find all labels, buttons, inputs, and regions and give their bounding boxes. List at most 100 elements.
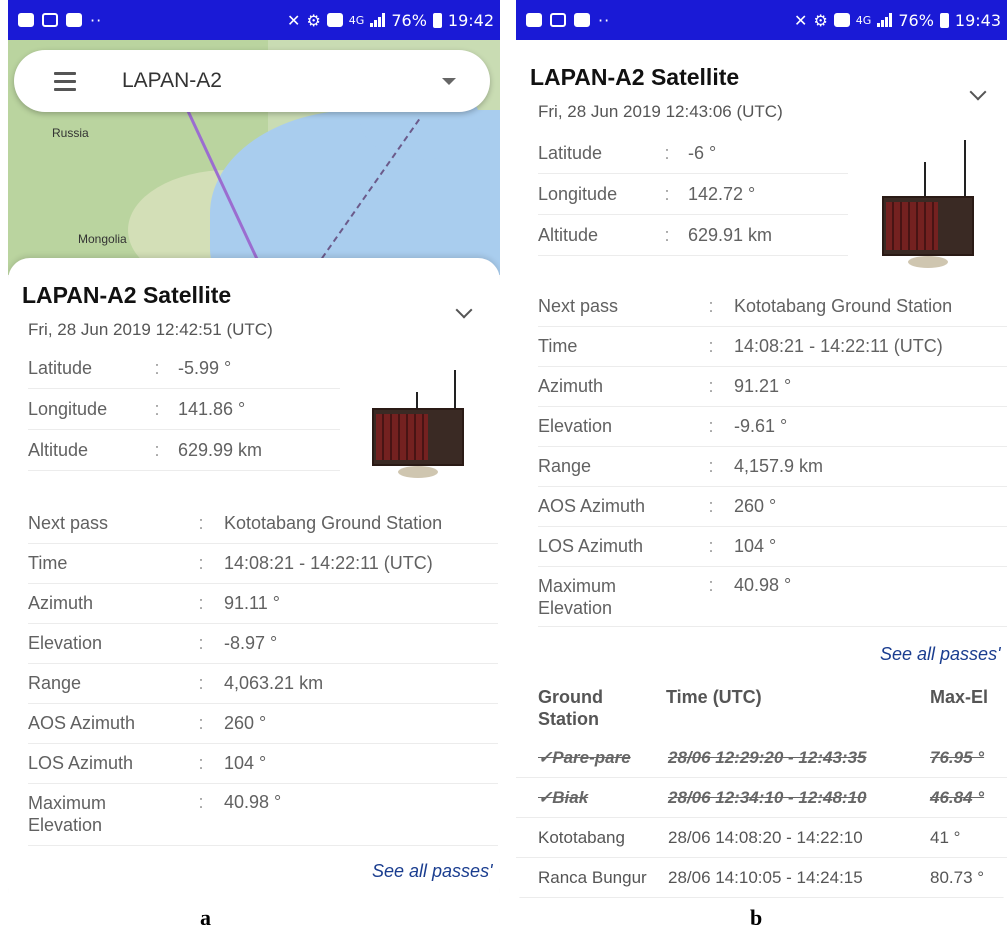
next-pass-row: Range:4,063.21 km — [28, 664, 498, 704]
mute-icon: ✕ — [794, 10, 808, 30]
row-label: LOS Azimuth — [28, 753, 134, 773]
twitter-icon — [42, 13, 58, 27]
next-pass-row: Maximum Elevation:40.98 ° — [538, 567, 1007, 627]
row-value: 14:08:21 - 14:22:11 (UTC) — [224, 553, 433, 573]
table-row[interactable]: ✓Biak 28/06 12:34:10 - 12:48:10 46.84 ° — [516, 778, 1007, 818]
next-pass-row: AOS Azimuth:260 ° — [28, 704, 498, 744]
menu-icon[interactable] — [54, 71, 76, 91]
more-notifications-icon: ·· — [90, 10, 103, 30]
next-pass-row: Time:14:08:21 - 14:22:11 (UTC) — [538, 327, 1007, 367]
row-label: Elevation — [28, 633, 103, 653]
cell-time: 28/06 14:08:20 - 14:22:10 — [668, 828, 863, 847]
satellite-image — [878, 140, 978, 270]
position-list: Latitude: -5.99 ° Longitude:141.86 ° Alti… — [28, 348, 340, 471]
cell-max-el: 76.95 ° — [930, 748, 985, 767]
position-row: Altitude:629.91 km — [538, 215, 848, 256]
battery-percent: 76% — [391, 10, 427, 30]
cell-station: ✓Biak — [538, 788, 589, 807]
satellite-selector[interactable]: LAPAN-A2 — [14, 50, 490, 112]
youtube-icon — [66, 13, 82, 27]
column-header-ground-station: Ground Station — [538, 687, 603, 729]
satellite-datetime: Fri, 28 Jun 2019 12:43:06 (UTC) — [538, 102, 783, 121]
gallery-icon — [18, 13, 34, 27]
row-label: Azimuth — [28, 593, 94, 613]
position-row: Latitude: -6 ° — [538, 133, 848, 174]
row-colon: : — [198, 633, 204, 653]
screenshot-b: ·· ✕ ⚙ 4G 76% 19:43 LAPAN-A2 Satellite F… — [516, 0, 1007, 905]
row-value: 14:08:21 - 14:22:11 (UTC) — [734, 336, 943, 356]
row-value: 141.86 ° — [178, 398, 246, 419]
row-label: Maximum Elevation — [538, 576, 617, 618]
row-label: Maximum Elevation — [28, 793, 107, 835]
alarm-icon: ⚙ — [813, 10, 828, 30]
table-row[interactable]: Ranca Bungur 28/06 14:10:05 - 14:24:15 8… — [516, 858, 1007, 898]
dropdown-arrow-icon[interactable] — [442, 77, 456, 85]
satellite-title: LAPAN-A2 Satellite — [22, 282, 232, 308]
row-value: 260 ° — [734, 496, 777, 516]
row-value: 91.21 ° — [734, 376, 792, 396]
position-row: Longitude:142.72 ° — [538, 174, 848, 215]
row-value: Kototabang Ground Station — [224, 513, 443, 533]
battery-percent: 76% — [898, 10, 934, 30]
row-value: 4,157.9 km — [734, 456, 824, 476]
twitter-icon — [550, 13, 566, 27]
row-colon: : — [708, 575, 714, 595]
table-row[interactable]: Kototabang 28/06 14:08:20 - 14:22:10 41 … — [516, 818, 1007, 858]
row-colon: : — [198, 673, 204, 693]
network-type: 4G — [348, 13, 365, 27]
collapse-chevron-icon[interactable] — [455, 301, 473, 319]
nfc-icon — [833, 13, 850, 27]
signal-icon — [877, 13, 893, 27]
cell-time: 28/06 12:34:10 - 12:48:10 — [668, 788, 867, 807]
row-colon: : — [664, 183, 670, 204]
next-pass-row: Time:14:08:21 - 14:22:11 (UTC) — [28, 544, 498, 584]
row-value: -6 ° — [688, 142, 717, 163]
cell-station: Kototabang — [538, 828, 625, 847]
cell-time: 28/06 12:29:20 - 12:43:35 — [668, 748, 867, 767]
row-colon: : — [154, 357, 160, 378]
row-value: 40.98 ° — [224, 792, 282, 812]
selected-satellite: LAPAN-A2 — [122, 69, 222, 92]
row-label: AOS Azimuth — [538, 496, 646, 516]
next-pass-row: Azimuth:91.11 ° — [28, 584, 498, 624]
cell-time: 28/06 14:10:05 - 14:24:15 — [668, 868, 863, 887]
row-colon: : — [708, 336, 714, 356]
status-bar: ·· ✕ ⚙ 4G 76% 19:42 — [8, 0, 500, 40]
row-colon: : — [154, 439, 160, 460]
row-colon: : — [708, 296, 714, 316]
cell-station: Ranca Bungur — [538, 868, 647, 887]
next-pass-row: LOS Azimuth:104 ° — [538, 527, 1007, 567]
next-pass-row: Azimuth:91.21 ° — [538, 367, 1007, 407]
map-label-russia: Russia — [52, 126, 89, 140]
row-label: Altitude — [538, 224, 599, 245]
row-value: -9.61 ° — [734, 416, 788, 436]
row-colon: : — [708, 416, 714, 436]
next-pass-list: Next pass: Kototabang Ground Station Time… — [538, 287, 1007, 627]
clock: 19:42 — [447, 10, 494, 30]
next-pass-row: AOS Azimuth:260 ° — [538, 487, 1007, 527]
row-label: LOS Azimuth — [538, 536, 644, 556]
row-value: Kototabang Ground Station — [734, 296, 953, 316]
satellite-info-card: LAPAN-A2 Satellite Fri, 28 Jun 2019 12:4… — [516, 40, 1007, 905]
collapse-chevron-icon[interactable] — [969, 83, 987, 101]
next-pass-row: Maximum Elevation:40.98 ° — [28, 784, 498, 846]
see-all-passes-link[interactable]: See all passes' — [372, 861, 493, 882]
satellite-info-card: LAPAN-A2 Satellite Fri, 28 Jun 2019 12:4… — [8, 258, 500, 905]
row-value: 629.99 km — [178, 439, 263, 460]
row-colon: : — [198, 553, 204, 573]
row-label: Time — [538, 336, 578, 356]
see-all-passes-link[interactable]: See all passes' — [880, 644, 1001, 665]
cell-max-el: 46.84 ° — [930, 788, 985, 807]
row-value: 260 ° — [224, 713, 267, 733]
row-label: Azimuth — [538, 376, 604, 396]
next-pass-row: Elevation: -8.97 ° — [28, 624, 498, 664]
clock: 19:43 — [954, 10, 1001, 30]
position-row: Longitude:141.86 ° — [28, 389, 340, 430]
row-label: Next pass — [28, 513, 109, 533]
row-value: -5.99 ° — [178, 357, 232, 378]
position-row: Latitude: -5.99 ° — [28, 348, 340, 389]
youtube-icon — [574, 13, 590, 27]
row-colon: : — [154, 398, 160, 419]
position-list: Latitude: -6 ° Longitude:142.72 ° Altitud… — [538, 133, 848, 256]
table-row[interactable]: ✓Pare-pare 28/06 12:29:20 - 12:43:35 76.… — [516, 738, 1007, 778]
